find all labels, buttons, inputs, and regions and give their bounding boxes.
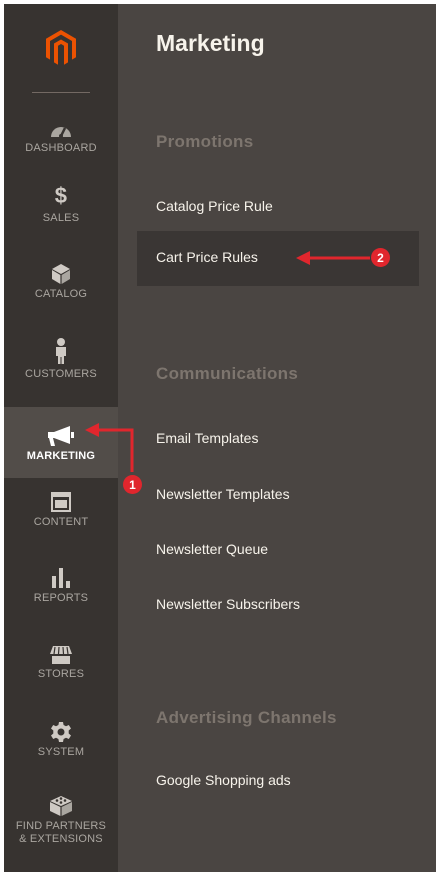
nav-item-marketing[interactable]: MARKETING [4, 407, 118, 478]
megaphone-icon [48, 422, 74, 446]
panel-title: Marketing [156, 30, 265, 56]
link-cart-price-rules[interactable]: Cart Price Rules [156, 249, 258, 265]
nav-item-customers[interactable]: CUSTOMERS [4, 336, 118, 388]
nav-label: DASHBOARD [25, 142, 97, 154]
layout-icon [51, 488, 71, 512]
nav-item-content[interactable]: CONTENT [4, 488, 118, 540]
logo-divider [32, 92, 90, 93]
callout-badge-1: 1 [123, 475, 142, 494]
section-title-promotions: Promotions [156, 132, 254, 151]
nav-label: REPORTS [33, 592, 89, 604]
nav-item-system[interactable]: SYSTEM [4, 718, 118, 770]
box-icon [52, 260, 70, 284]
speedometer-icon [50, 114, 72, 138]
nav-label-line2: & EXTENSIONS [19, 833, 103, 845]
person-icon [54, 336, 68, 364]
gear-icon [51, 718, 71, 742]
magento-logo[interactable] [4, 4, 118, 92]
nav-label: MARKETING [26, 450, 96, 462]
magento-logo-icon [46, 30, 76, 65]
link-newsletter-queue[interactable]: Newsletter Queue [156, 541, 268, 557]
nav-item-catalog[interactable]: CATALOG [4, 260, 118, 308]
nav-item-reports[interactable]: REPORTS [4, 564, 118, 616]
callout-badge-2: 2 [371, 248, 390, 267]
nav-label: CATALOG [34, 288, 88, 300]
admin-sidebar: DASHBOARD $ SALES CATALOG CUSTOMERS MARK… [4, 4, 118, 872]
section-title-advertising-channels: Advertising Channels [156, 708, 337, 727]
link-newsletter-subscribers[interactable]: Newsletter Subscribers [156, 596, 300, 612]
dollar-icon: $ [54, 183, 68, 208]
link-catalog-price-rule[interactable]: Catalog Price Rule [156, 198, 273, 214]
nav-item-dashboard[interactable]: DASHBOARD [4, 114, 118, 162]
nav-label: FIND PARTNERS [15, 820, 107, 832]
bar-chart-icon [52, 564, 70, 588]
marketing-flyout-panel: Marketing Promotions Catalog Price Rule … [118, 4, 436, 872]
link-google-shopping-ads[interactable]: Google Shopping ads [156, 772, 291, 788]
nav-item-sales[interactable]: $ SALES [4, 184, 118, 232]
storefront-icon [50, 640, 72, 664]
link-email-templates[interactable]: Email Templates [156, 430, 258, 446]
nav-label: CUSTOMERS [25, 368, 97, 380]
nav-label: SYSTEM [37, 746, 85, 758]
section-title-communications: Communications [156, 364, 299, 383]
nav-label: SALES [42, 212, 80, 224]
nav-label: STORES [37, 668, 85, 680]
link-newsletter-templates[interactable]: Newsletter Templates [156, 486, 290, 502]
nav-label: CONTENT [33, 516, 89, 528]
nav-item-stores[interactable]: STORES [4, 640, 118, 692]
nav-item-find-partners[interactable]: FIND PARTNERS & EXTENSIONS [4, 792, 118, 868]
blocks-icon [50, 792, 72, 816]
